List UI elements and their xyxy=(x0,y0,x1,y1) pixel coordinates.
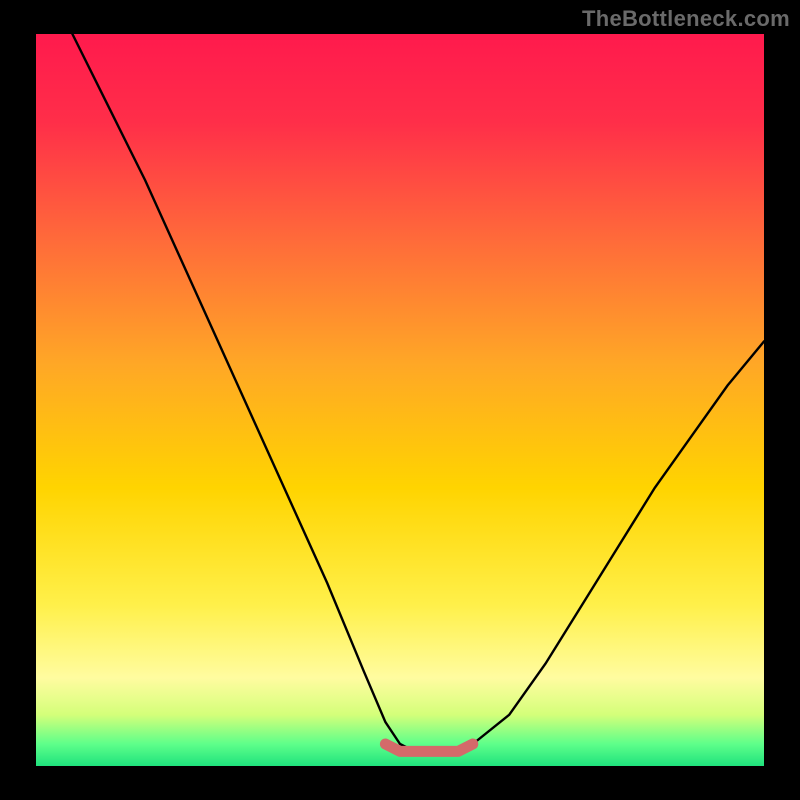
chart-frame: TheBottleneck.com xyxy=(0,0,800,800)
plot-background xyxy=(36,34,764,766)
bottleneck-chart xyxy=(0,0,800,800)
watermark-text: TheBottleneck.com xyxy=(582,6,790,32)
